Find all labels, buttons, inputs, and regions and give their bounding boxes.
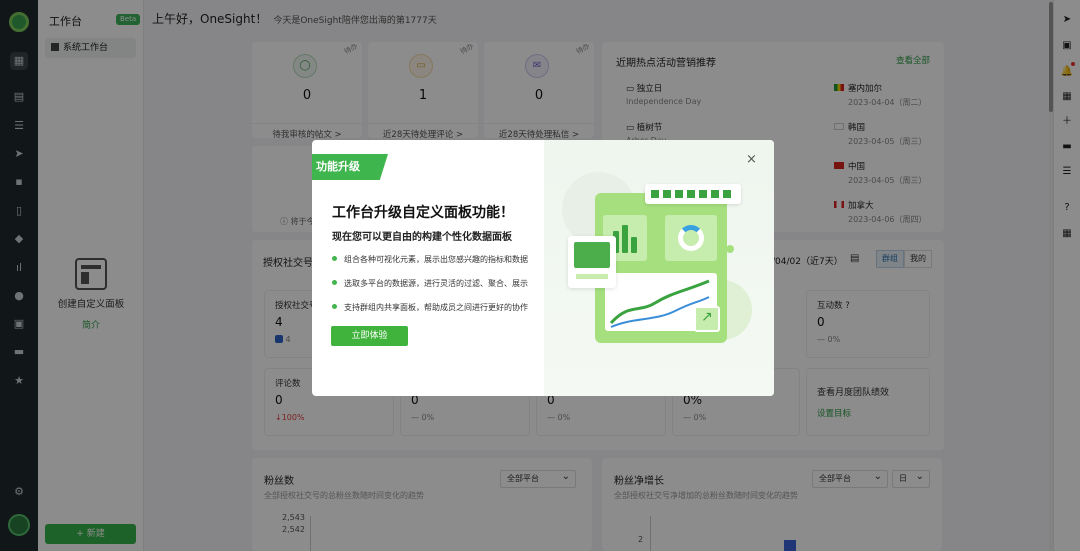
trend-arrow-icon: ↗	[694, 306, 720, 332]
donut-chart-icon	[678, 225, 704, 251]
upgrade-modal: 功能升级 工作台升级自定义面板功能！ 现在您可以更自由的构建个性化数据面板 组合…	[312, 140, 774, 396]
feature-bullet: 组合各种可视化元素，展示出您感兴趣的指标和数据	[332, 254, 528, 265]
social-icons-bar	[645, 184, 741, 204]
feature-upgrade-ribbon: 功能升级	[312, 154, 388, 180]
caption-bar	[576, 274, 608, 279]
donut-tile	[665, 215, 717, 261]
decor-dot	[726, 245, 734, 253]
social-platform-icons	[651, 190, 735, 198]
image-icon	[574, 242, 610, 268]
bar-mark	[631, 237, 637, 253]
image-tile	[568, 236, 616, 288]
try-now-button[interactable]: 立即体验	[331, 326, 408, 346]
modal-title: 工作台升级自定义面板功能！	[332, 205, 514, 221]
bar-mark	[622, 225, 628, 253]
arrow-glyph: ↗	[701, 309, 713, 325]
modal-subtitle: 现在您可以更自由的构建个性化数据面板	[332, 232, 512, 243]
feature-bullet: 支持群组内共享面板，帮助成员之间进行更好的协作	[332, 302, 528, 313]
feature-bullet: 选取多平台的数据源，进行灵活的过滤、聚合、展示	[332, 278, 528, 289]
close-icon[interactable]: ×	[746, 152, 757, 167]
